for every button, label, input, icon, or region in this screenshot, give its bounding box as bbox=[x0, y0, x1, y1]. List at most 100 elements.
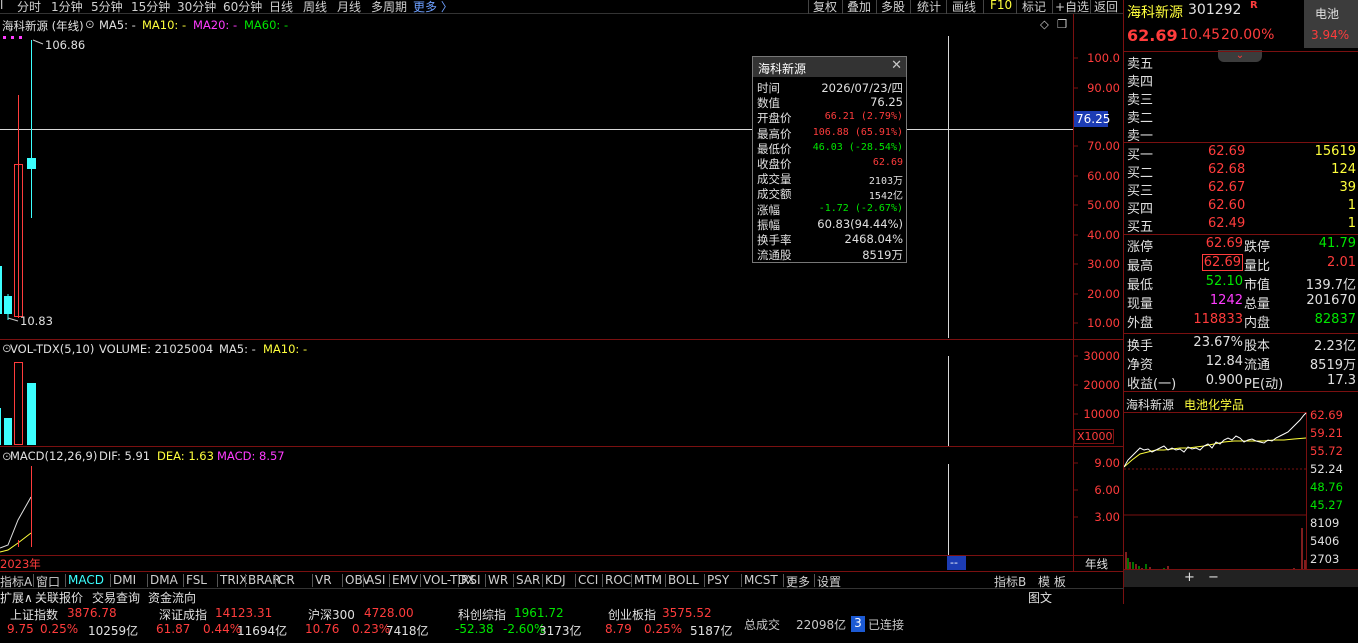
indicator-tab-psy[interactable]: PSY bbox=[707, 573, 729, 587]
indicator-tab-mtm[interactable]: MTM bbox=[634, 573, 662, 587]
tooltip-row-label: 振幅 bbox=[757, 217, 780, 232]
tooltip-row-value: 62.69 bbox=[872, 157, 903, 168]
cursor-date-tag: -- bbox=[947, 556, 966, 570]
index-value: 4728.00 bbox=[364, 606, 414, 620]
indicator-tab-sar[interactable]: SAR bbox=[516, 573, 540, 587]
tooltip-row-value: 8519万 bbox=[862, 248, 903, 263]
tooltip-row: 成交额 1542亿 bbox=[757, 186, 905, 203]
tooltip-row: 成交量 2103万 bbox=[757, 171, 905, 187]
mini-vol-tick: 5406 bbox=[1310, 534, 1340, 548]
tooltip-row-label: 时间 bbox=[757, 81, 780, 95]
data-tooltip: 海科新源 ✕ 时间 2026/07/23/四 数值 76.25 开盘价 66.21 (2.… bbox=[752, 56, 907, 263]
mini-price-tick: 62.69 bbox=[1310, 408, 1343, 422]
volume-ma10: MA10: - bbox=[263, 342, 308, 356]
fundamental-label: 流通 bbox=[1244, 358, 1271, 373]
total-volume-value: 22098亿 bbox=[796, 618, 847, 632]
index-name[interactable]: 科创综指 bbox=[458, 606, 506, 623]
bid-price[interactable]: 62.49 bbox=[1208, 216, 1245, 231]
quote-label: 内盘 bbox=[1244, 316, 1271, 331]
index-name[interactable]: 上证指数 bbox=[10, 606, 58, 623]
macd-title: MACD(12,26,9) bbox=[10, 449, 98, 463]
index-name[interactable]: 沪深300 bbox=[308, 606, 355, 623]
close-icon[interactable]: ✕ bbox=[891, 58, 902, 73]
indicator-tab-boll[interactable]: BOLL bbox=[668, 573, 699, 587]
indicator-tab-kdj[interactable]: KDJ bbox=[545, 573, 566, 587]
price-axis-tick: 20.00 bbox=[1087, 287, 1120, 301]
bid-volume: 15619 bbox=[1314, 144, 1356, 159]
quote-value: 139.7亿 bbox=[1305, 278, 1356, 293]
mini-chart-controls: + − bbox=[1124, 569, 1358, 587]
quote-label: 最高 bbox=[1127, 259, 1154, 274]
quote-value: 201670 bbox=[1306, 293, 1356, 308]
indicator-tab-rsi[interactable]: RSI bbox=[461, 573, 481, 587]
zoom-out-icon[interactable]: − bbox=[1208, 570, 1219, 585]
mini-price-tick: 55.72 bbox=[1310, 444, 1343, 458]
sector-box[interactable]: 电池 3.94% bbox=[1304, 0, 1358, 48]
ask-level-label: 卖四 bbox=[1127, 75, 1154, 90]
quote-value: 1242 bbox=[1209, 293, 1243, 308]
index-amount: 5187亿 bbox=[690, 624, 733, 638]
indicator-tab-emv[interactable]: EMV bbox=[392, 573, 418, 587]
bid-level-label: 买三 bbox=[1127, 184, 1154, 199]
tooltip-row: 涨幅 -1.72 (-2.67%) bbox=[757, 202, 905, 217]
fundamental-value: 17.3 bbox=[1327, 373, 1356, 388]
fundamental-value: 8519万 bbox=[1309, 358, 1356, 373]
sector-name: 电池 bbox=[1315, 7, 1340, 21]
stock-name: 海科新源 bbox=[1127, 5, 1183, 21]
ask-level-label: 卖五 bbox=[1127, 57, 1154, 72]
tooltip-title: 海科新源 bbox=[753, 57, 906, 77]
zoom-in-icon[interactable]: + bbox=[1184, 570, 1195, 585]
price-axis-tick: 70.00 bbox=[1087, 139, 1120, 153]
tooltip-row-value: 106.88 (65.91%) bbox=[812, 126, 903, 138]
index-name[interactable]: 深证成指 bbox=[159, 606, 207, 623]
quote-value: 41.79 bbox=[1318, 236, 1356, 251]
bid-price[interactable]: 62.69 bbox=[1208, 144, 1245, 159]
indicator-tab-mcst[interactable]: MCST bbox=[744, 573, 778, 587]
indicator-tab-asi[interactable]: ASI bbox=[366, 573, 385, 587]
indicator-tab-macd[interactable]: MACD bbox=[68, 573, 104, 587]
quote-value: 118833 bbox=[1193, 312, 1243, 327]
indicator-tab-dmi[interactable]: DMI bbox=[113, 573, 136, 587]
indicator-tab-trix[interactable]: TRIX bbox=[220, 573, 247, 587]
volume-value: VOLUME: 21025004 bbox=[99, 342, 214, 356]
bid-level-label: 买五 bbox=[1127, 220, 1154, 235]
indicator-tab-dma[interactable]: DMA bbox=[150, 573, 178, 587]
fundamental-label: 净资 bbox=[1127, 358, 1154, 373]
indicator-tab-roc[interactable]: ROC bbox=[605, 573, 631, 587]
tooltip-row-value: 1542亿 bbox=[868, 191, 903, 203]
indicator-tab-fsl[interactable]: FSL bbox=[186, 573, 207, 587]
indicator-tab-cci[interactable]: CCI bbox=[578, 573, 598, 587]
tooltip-row-label: 成交量 bbox=[757, 172, 792, 187]
mini-price-tick: 48.76 bbox=[1310, 480, 1343, 494]
indicator-tab-wr[interactable]: WR bbox=[488, 573, 508, 587]
fundamental-label: 收益(一) bbox=[1127, 377, 1177, 392]
volume-axis-tick: 20000 bbox=[1083, 378, 1120, 392]
indicator-tabs: 指标A 窗口 MACD DMI DMA FSL TRIX BRAR CR VR OBV ASI EMV V… bbox=[0, 571, 1124, 589]
price-axis-tick: 10.00 bbox=[1087, 316, 1120, 330]
period-label: 年线 bbox=[1085, 557, 1108, 571]
index-amount: 7418亿 bbox=[386, 624, 429, 638]
index-name[interactable]: 创业板指 bbox=[608, 606, 656, 623]
price-axis-tick: 60.00 bbox=[1087, 169, 1120, 183]
bid-price[interactable]: 62.67 bbox=[1208, 180, 1245, 195]
fundamental-value: 12.84 bbox=[1205, 354, 1243, 369]
bid-price[interactable]: 62.60 bbox=[1208, 198, 1245, 213]
volume-axis-tick: 30000 bbox=[1083, 349, 1120, 363]
tooltip-row-label: 成交额 bbox=[757, 187, 792, 202]
indicator-tab-cr[interactable]: CR bbox=[278, 573, 295, 587]
tooltip-row-value: 66.21 (2.79%) bbox=[824, 111, 903, 123]
tooltip-row: 流通股 8519万 bbox=[757, 247, 905, 262]
index-value: 14123.31 bbox=[215, 606, 273, 620]
quote-value: 62.69 bbox=[1201, 254, 1243, 271]
quote-label: 市值 bbox=[1244, 278, 1271, 293]
macd-axis-tick: 6.00 bbox=[1094, 483, 1120, 497]
bid-price[interactable]: 62.68 bbox=[1208, 162, 1245, 177]
tooltip-row-label: 收盘价 bbox=[757, 157, 792, 171]
mini-price-tick: 45.27 bbox=[1310, 498, 1343, 512]
tooltip-row-label: 涨幅 bbox=[757, 202, 780, 217]
connection-count: 3 bbox=[851, 616, 865, 632]
kline-chart-canvas[interactable] bbox=[0, 0, 1124, 604]
current-price: 62.69 bbox=[1127, 26, 1178, 45]
quote-value: 2.01 bbox=[1327, 255, 1356, 270]
indicator-tab-vr[interactable]: VR bbox=[315, 573, 332, 587]
